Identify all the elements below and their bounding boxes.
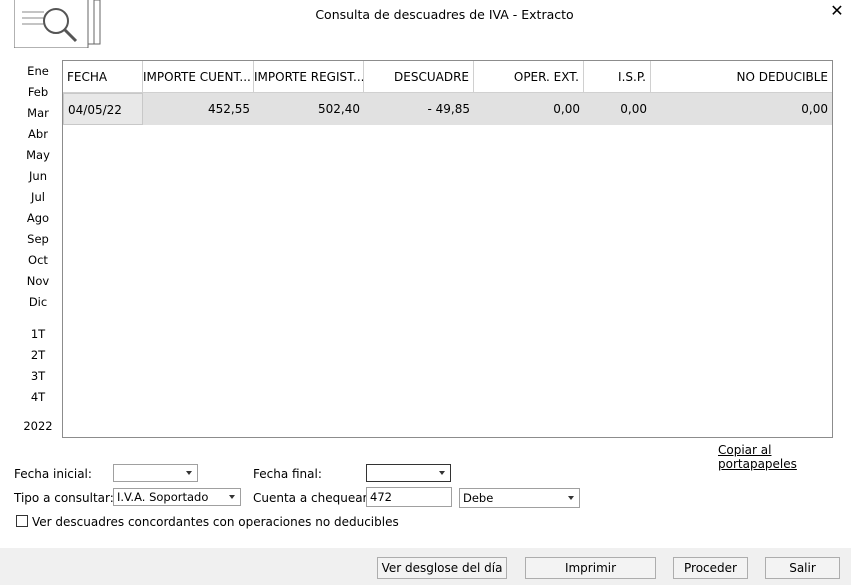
column-header-importe-cuenta[interactable]: IMPORTE CUENT... — [143, 61, 254, 93]
column-header-no-deducible[interactable]: NO DEDUCIBLE — [651, 61, 832, 93]
table-row[interactable]: 04/05/22 452,55 502,40 - 49,85 0,00 0,00… — [63, 93, 832, 125]
column-header-descuadre[interactable]: DESCUADRE — [364, 61, 474, 93]
cell-importe-cuenta[interactable]: 452,55 — [143, 93, 254, 125]
ver-desglose-button[interactable]: Ver desglose del día — [377, 557, 507, 579]
month-ago[interactable]: Ago — [22, 211, 54, 225]
month-ene[interactable]: Ene — [22, 64, 54, 78]
cuenta-chequear-input[interactable]: 472 — [366, 487, 452, 507]
fecha-final-dropdown[interactable] — [366, 464, 451, 482]
year-label[interactable]: 2022 — [22, 419, 54, 433]
fecha-final-label: Fecha final: — [253, 467, 322, 481]
no-deducibles-checkbox-label[interactable]: Ver descuadres concordantes con operacio… — [32, 515, 399, 529]
tipo-consultar-label: Tipo a consultar: — [14, 491, 114, 505]
tipo-consultar-dropdown[interactable]: I.V.A. Soportado — [113, 488, 241, 506]
month-abr[interactable]: Abr — [22, 127, 54, 141]
cell-no-deducible[interactable]: 0,00 — [651, 93, 832, 125]
results-table: FECHA IMPORTE CUENT... IMPORTE REGIST...… — [62, 60, 833, 438]
debe-haber-dropdown[interactable]: Debe — [459, 488, 580, 508]
imprimir-button[interactable]: Imprimir — [525, 557, 656, 579]
month-oct[interactable]: Oct — [22, 253, 54, 267]
month-may[interactable]: May — [22, 148, 54, 162]
chevron-down-icon — [439, 471, 445, 475]
cell-importe-registro[interactable]: 502,40 — [254, 93, 364, 125]
quarter-3t[interactable]: 3T — [22, 369, 54, 383]
chevron-down-icon — [186, 471, 192, 475]
column-header-isp[interactable]: I.S.P. — [584, 61, 651, 93]
fecha-inicial-dropdown[interactable] — [113, 464, 198, 482]
quarter-2t[interactable]: 2T — [22, 348, 54, 362]
month-dic[interactable]: Dic — [22, 295, 54, 309]
salir-button[interactable]: Salir — [765, 557, 840, 579]
month-mar[interactable]: Mar — [22, 106, 54, 120]
month-feb[interactable]: Feb — [22, 85, 54, 99]
cell-isp[interactable]: 0,00 — [584, 93, 651, 125]
copy-to-clipboard-link[interactable]: Copiar al portapapeles — [718, 443, 851, 471]
month-jul[interactable]: Jul — [22, 190, 54, 204]
tipo-consultar-value: I.V.A. Soportado — [117, 490, 209, 504]
chevron-down-icon — [568, 496, 574, 500]
fecha-inicial-label: Fecha inicial: — [14, 467, 92, 481]
quarter-4t[interactable]: 4T — [22, 390, 54, 404]
window-title: Consulta de descuadres de IVA - Extracto — [315, 7, 574, 22]
month-sep[interactable]: Sep — [22, 232, 54, 246]
no-deducibles-checkbox[interactable] — [16, 515, 28, 527]
column-header-oper-ext[interactable]: OPER. EXT. — [474, 61, 584, 93]
debe-haber-value: Debe — [463, 491, 494, 505]
column-header-fecha[interactable]: FECHA — [63, 61, 143, 93]
proceder-button[interactable]: Proceder — [673, 557, 748, 579]
month-nov[interactable]: Nov — [22, 274, 54, 288]
chevron-down-icon — [229, 495, 235, 499]
column-header-importe-registro[interactable]: IMPORTE REGIST... — [254, 61, 364, 93]
quarter-1t[interactable]: 1T — [22, 327, 54, 341]
cell-fecha[interactable]: 04/05/22 — [63, 93, 143, 125]
close-icon[interactable]: ✕ — [828, 2, 846, 20]
cell-oper-ext[interactable]: 0,00 — [474, 93, 584, 125]
month-jun[interactable]: Jun — [22, 169, 54, 183]
cuenta-chequear-label: Cuenta a chequear: — [253, 491, 372, 505]
cell-descuadre[interactable]: - 49,85 — [364, 93, 474, 125]
